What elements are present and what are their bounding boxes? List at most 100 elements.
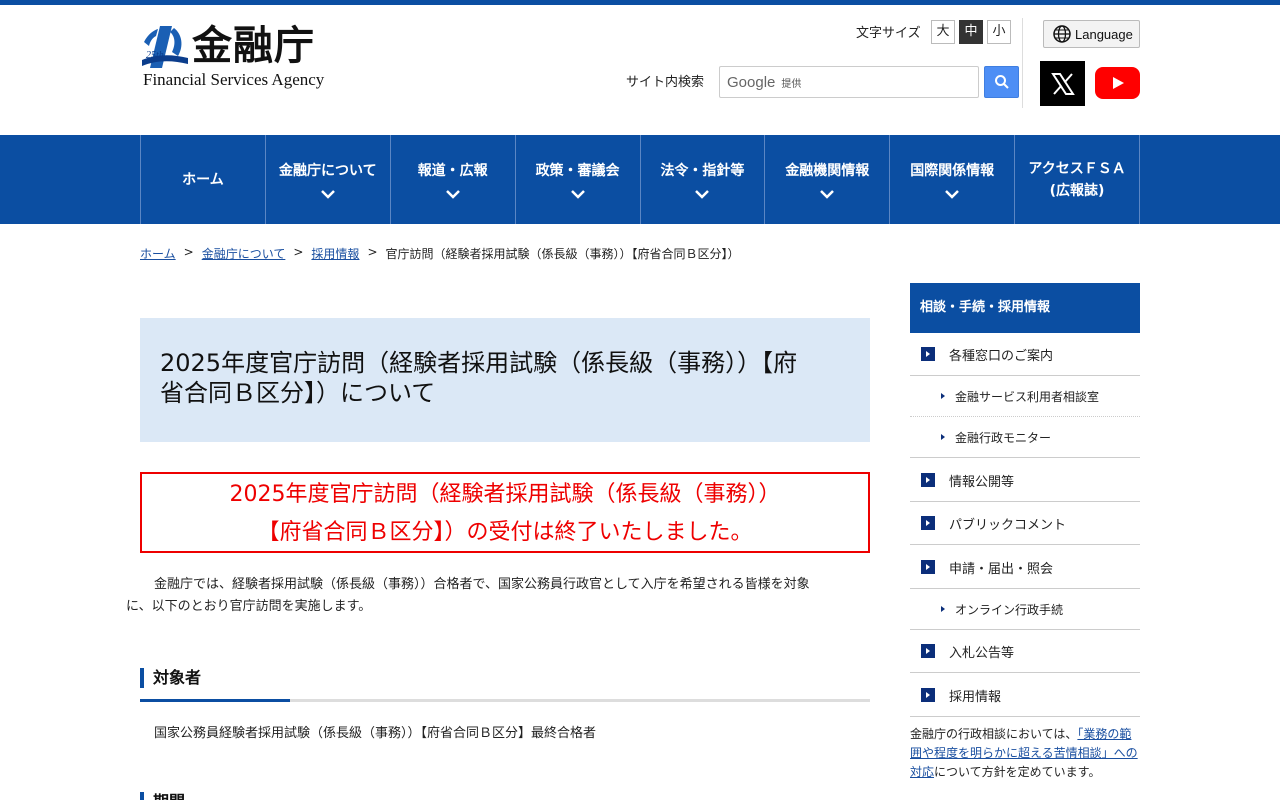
nav-label: 国際関係情報 [910,162,995,179]
section-title: 期間 [153,792,185,800]
youtube-play-icon [1112,77,1124,89]
chevron-down-icon [695,189,710,199]
nav-label: 報道・広報 [417,162,488,179]
page-title-line1: 2025年度官庁訪問（経験者採用試験（係長級（事務））【府 [160,349,798,377]
nav-about-fsa[interactable]: 金融庁について [266,135,391,224]
arrow-right-icon [941,393,945,399]
sidebar-item-label: パブリックコメント [949,517,1067,533]
intro-line2: に、以下のとおり官庁訪問を実施します。 [126,599,372,614]
font-size-medium-button[interactable]: 中 [959,20,983,44]
sidebar-item-applications[interactable]: 申請・届出・照会 [910,546,1140,589]
sidebar-item-label: 採用情報 [949,689,1002,705]
search-button[interactable] [984,66,1019,98]
arrow-right-icon [941,434,945,440]
notice-line1: 2025年度官庁訪問（経験者採用試験（係長級（事務）） [229,482,781,507]
sidebar-item-label: 金融行政モニター [955,430,1052,445]
arrow-square-icon [921,688,935,702]
section-accent-bar [140,792,144,800]
language-button[interactable]: Language [1043,20,1140,48]
header-divider [1022,18,1023,108]
breadcrumb-current: 官庁訪問（経験者採用試験（係長級（事務））【府省合同Ｂ区分】） [385,247,740,261]
arrow-square-icon [921,644,935,658]
arrow-square-icon [921,347,935,361]
fsa-logo[interactable]: 25th 金融庁 Financial Services Agency [140,22,340,92]
breadcrumb-home-link[interactable]: ホーム [140,245,176,262]
section-heading-period: 期間 [140,792,870,800]
sidebar-item-contact-windows[interactable]: 各種窓口のご案内 [910,333,1140,376]
sidebar-item-label: 金融サービス利用者相談室 [955,389,1100,404]
logo-english-text: Financial Services Agency [143,70,325,89]
logo-japanese-text: 金融庁 [192,22,315,69]
sidebar-item-label: 情報公開等 [949,474,1015,490]
intro-text: 金融庁では、経験者採用試験（係長級（事務））合格者で、国家公務員行政官として入庁… [126,574,870,618]
sidebar-note-post: について方針を定めています。 [934,765,1101,779]
breadcrumb-separator: > [183,245,194,259]
google-brand-text: Google [727,73,776,91]
sidebar-item-online-procedures[interactable]: オンライン行政手続 [910,589,1140,630]
nav-international[interactable]: 国際関係情報 [890,135,1016,224]
globe-icon [1053,25,1071,43]
breadcrumb-about-link[interactable]: 金融庁について [202,245,286,262]
arrow-right-icon [941,606,945,612]
intro-line1: 金融庁では、経験者採用試験（係長級（事務））合格者で、国家公務員行政官として入庁… [154,577,810,592]
sidebar-item-admin-monitor[interactable]: 金融行政モニター [910,417,1140,458]
nav-access-fsa[interactable]: アクセスＦＳＡ (広報誌) [1015,135,1140,224]
sidebar-item-label: 入札公告等 [949,645,1015,661]
chevron-down-icon [820,189,835,199]
sidebar-heading: 相談・手続・採用情報 [910,283,1140,333]
sidebar-item-label: 申請・届出・照会 [949,561,1054,577]
closed-notice: 2025年度官庁訪問（経験者採用試験（係長級（事務）） 【府省合同Ｂ区分】）の受… [140,472,870,553]
breadcrumb-separator: > [367,245,378,259]
sidebar-item-disclosure[interactable]: 情報公開等 [910,459,1140,502]
arrow-square-icon [921,516,935,530]
font-size-small-button[interactable]: 小 [987,20,1011,44]
sidebar-note: 金融庁の行政相談においては、「業務の範囲や程度を明らかに超える苦情相談」への対応… [910,725,1142,782]
svg-text:25th: 25th [146,50,164,61]
nav-label: ホーム [182,171,224,188]
nav-label-sub: (広報誌) [1049,182,1105,199]
youtube-social-link[interactable] [1095,67,1140,99]
site-search-label: サイト内検索 [626,75,705,90]
sidebar-item-consultation-office[interactable]: 金融サービス利用者相談室 [910,376,1140,417]
site-search-input[interactable]: Google 提供 [719,66,979,98]
x-social-link[interactable] [1040,61,1085,106]
nav-label: 金融庁について [279,162,377,179]
nav-label: アクセスＦＳＡ [1028,160,1126,177]
sidebar-item-public-comment[interactable]: パブリックコメント [910,502,1140,545]
breadcrumb: ホーム > 金融庁について > 採用情報 > 官庁訪問（経験者採用試験（係長級（… [140,245,740,262]
nav-laws[interactable]: 法令・指針等 [641,135,766,224]
sidebar-item-bidding[interactable]: 入札公告等 [910,630,1140,673]
section-target-body: 国家公務員経験者採用試験（係長級（事務））【府省合同Ｂ区分】最終合格者 [154,726,597,741]
sidebar-item-recruitment[interactable]: 採用情報 [910,674,1140,717]
notice-line2: 【府省合同Ｂ区分】）の受付は終了いたしました。 [257,520,753,545]
nav-label: 政策・審議会 [535,162,620,179]
breadcrumb-recruit-link[interactable]: 採用情報 [311,245,359,262]
breadcrumb-separator: > [293,245,304,259]
language-label: Language [1075,26,1133,42]
page-title-box: 2025年度官庁訪問（経験者採用試験（係長級（事務））【府 省合同Ｂ区分】）につ… [140,318,870,442]
page-title: 2025年度官庁訪問（経験者採用試験（係長級（事務））【府 省合同Ｂ区分】）につ… [160,348,850,408]
chevron-down-icon [570,189,585,199]
sidebar-item-label: オンライン行政手続 [955,602,1064,617]
nav-label: 金融機関情報 [785,162,870,179]
top-accent-bar [0,0,1280,5]
nav-institutions[interactable]: 金融機関情報 [765,135,891,224]
nav-policy[interactable]: 政策・審議会 [516,135,641,224]
section-heading-target: 対象者 [140,668,870,702]
font-size-large-button[interactable]: 大 [931,20,955,44]
chevron-down-icon [445,189,460,199]
sidebar-item-label: 各種窓口のご案内 [949,348,1054,364]
section-accent-bar [140,668,144,688]
google-provided-text: 提供 [781,78,802,90]
sidebar-note-pre: 金融庁の行政相談においては、 [910,727,1078,741]
nav-press[interactable]: 報道・広報 [391,135,516,224]
x-logo-icon [1050,72,1075,95]
font-size-label: 文字サイズ [856,26,921,41]
nav-home[interactable]: ホーム [141,135,266,224]
global-navigation: ホーム 金融庁について 報道・広報 政策・審議会 法令・指針等 金融機関情報 国… [0,135,1280,224]
arrow-square-icon [921,560,935,574]
section-underline [140,699,290,702]
section-title: 対象者 [153,668,202,687]
search-icon [994,75,1009,89]
page-title-line2: 省合同Ｂ区分】）について [160,379,436,407]
